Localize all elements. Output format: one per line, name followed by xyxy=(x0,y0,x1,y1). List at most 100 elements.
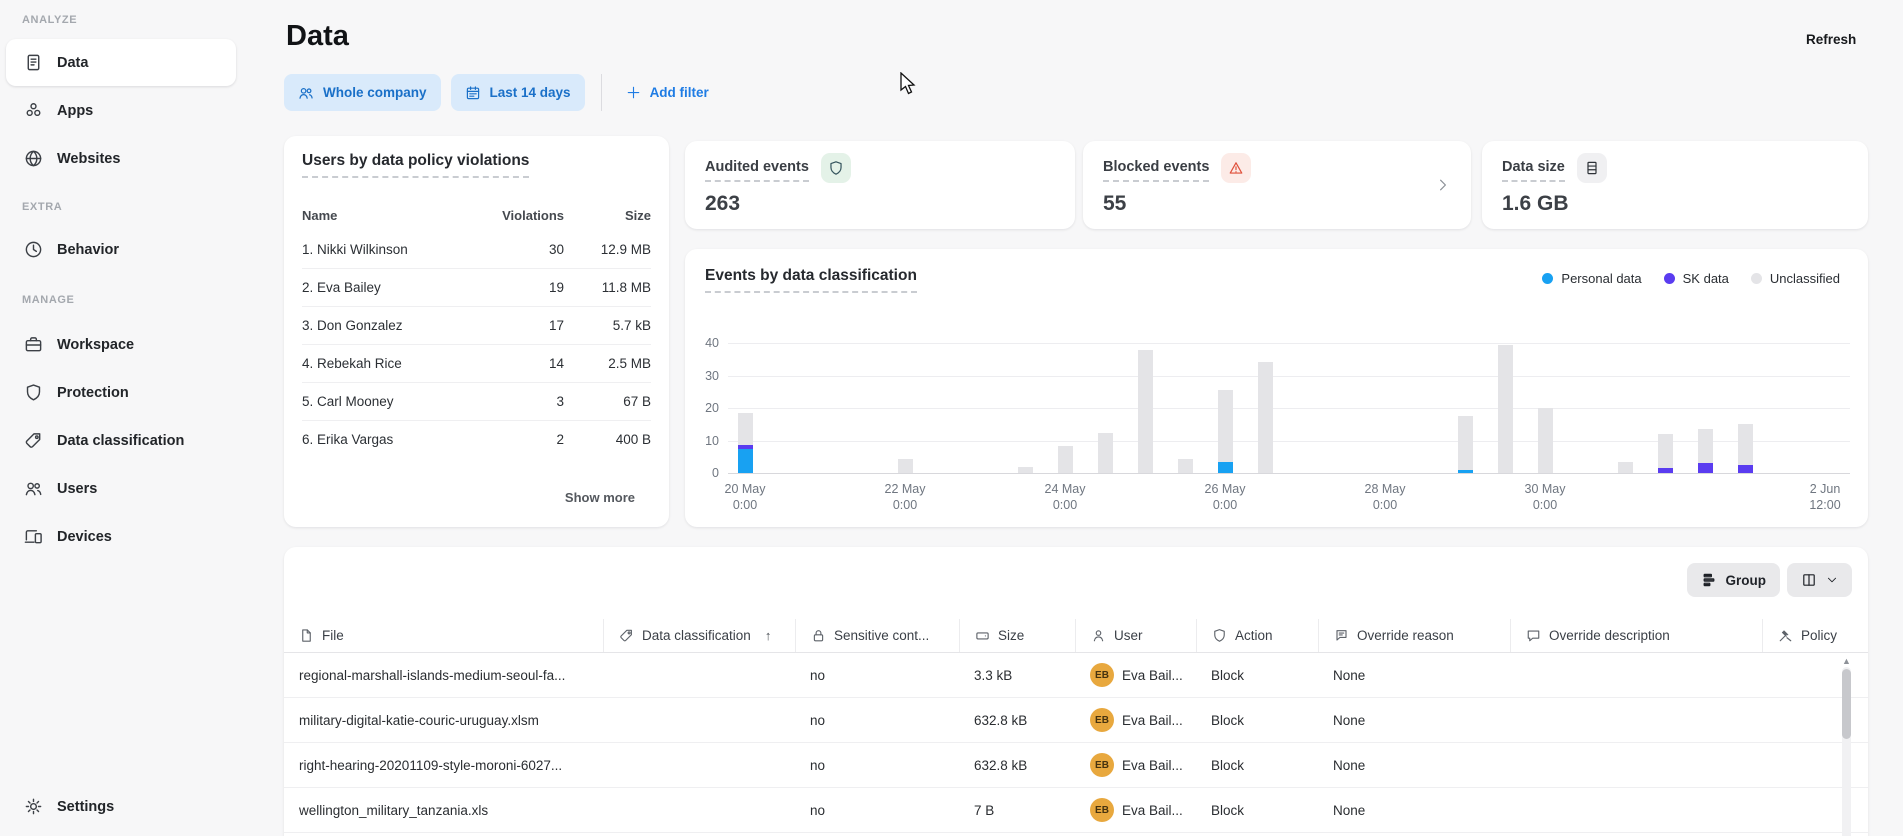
scrollbar-up-arrow[interactable]: ▲ xyxy=(1841,655,1852,667)
calendar-icon xyxy=(465,85,481,101)
legend-label: Personal data xyxy=(1561,271,1641,286)
avatar: EB xyxy=(1090,798,1114,822)
filter-chip-label: Whole company xyxy=(323,85,427,100)
page-title: Data xyxy=(286,20,349,53)
briefcase-icon xyxy=(24,335,43,354)
chevron-right-icon[interactable] xyxy=(1435,177,1451,193)
gavel-icon xyxy=(1778,628,1793,643)
legend-label: Unclassified xyxy=(1770,271,1840,286)
chart-bar[interactable] xyxy=(1098,433,1113,473)
chart-bar[interactable] xyxy=(1618,462,1633,473)
column-header-size[interactable]: Size xyxy=(959,619,1075,652)
sidebar-item-data-classification[interactable]: Data classification xyxy=(6,417,236,464)
chart-bar[interactable] xyxy=(1738,424,1753,473)
shield-check-icon xyxy=(821,153,851,183)
events-table-row[interactable]: regional-marshall-islands-medium-seoul-f… xyxy=(284,653,1868,698)
column-header-user[interactable]: User xyxy=(1075,619,1196,652)
column-header-override-description[interactable]: Override description xyxy=(1510,619,1762,652)
violations-row[interactable]: 4. Rebekah Rice142.5 MB xyxy=(302,344,651,382)
column-header-file[interactable]: File xyxy=(284,619,603,652)
sidebar-item-label: Users xyxy=(57,481,97,497)
violations-row[interactable]: 5. Carl Mooney367 B xyxy=(302,382,651,420)
column-header-override-reason[interactable]: Override reason xyxy=(1318,619,1510,652)
chart-bar[interactable] xyxy=(1218,390,1233,473)
violations-size: 400 B xyxy=(564,432,651,447)
filter-chip-whole-company[interactable]: Whole company xyxy=(284,74,441,111)
violations-user-name: 3. Don Gonzalez xyxy=(302,318,476,333)
violations-user-name: 2. Eva Bailey xyxy=(302,280,476,295)
sidebar-item-websites[interactable]: Websites xyxy=(6,135,236,182)
chart-bar[interactable] xyxy=(738,413,753,473)
user-chip[interactable]: EBEva Bail... xyxy=(1090,708,1196,732)
group-button[interactable]: Group xyxy=(1687,563,1781,597)
refresh-button[interactable]: Refresh xyxy=(1806,32,1856,47)
add-filter-button[interactable]: Add filter xyxy=(616,85,719,100)
chart-bar[interactable] xyxy=(1138,350,1153,474)
chart-bar-segment-unclassified xyxy=(1658,434,1673,468)
user-chip[interactable]: EBEva Bail... xyxy=(1090,663,1196,687)
stat-card-value: 263 xyxy=(705,192,1055,216)
sidebar-item-settings[interactable]: Settings xyxy=(6,783,236,830)
stat-card-audited-events[interactable]: Audited events263 xyxy=(685,141,1075,229)
chart-bar[interactable] xyxy=(1178,459,1193,473)
violations-user-name: 1. Nikki Wilkinson xyxy=(302,242,476,257)
scrollbar-thumb[interactable] xyxy=(1842,669,1851,739)
columns-button[interactable] xyxy=(1787,563,1852,597)
chart-bar[interactable] xyxy=(1698,429,1713,473)
chart-bar[interactable] xyxy=(1258,362,1273,473)
column-header-sensitive-cont[interactable]: Sensitive cont... xyxy=(795,619,959,652)
column-header-data-classification[interactable]: Data classification↑ xyxy=(603,619,795,652)
violations-row[interactable]: 2. Eva Bailey1911.8 MB xyxy=(302,268,651,306)
chart-bar[interactable] xyxy=(1538,408,1553,473)
column-header-policy[interactable]: Policy xyxy=(1762,619,1868,652)
user-chip[interactable]: EBEva Bail... xyxy=(1090,753,1196,777)
chart-bar[interactable] xyxy=(1658,434,1673,473)
cell-action: Block xyxy=(1196,668,1318,683)
mouse-cursor xyxy=(900,72,917,96)
events-table-row[interactable]: military-digital-katie-couric-uruguay.xl… xyxy=(284,698,1868,743)
chart-bar-segment-unclassified xyxy=(1098,433,1113,473)
legend-label: SK data xyxy=(1683,271,1729,286)
sidebar-item-data[interactable]: Data xyxy=(6,39,236,86)
chart-bar[interactable] xyxy=(1458,416,1473,473)
document-icon xyxy=(24,53,43,72)
sidebar-item-apps[interactable]: Apps xyxy=(6,87,236,134)
chart-bar[interactable] xyxy=(1018,467,1033,474)
legend-dot xyxy=(1542,273,1553,284)
cell-override-reason: None xyxy=(1318,713,1510,728)
violations-row[interactable]: 6. Erika Vargas2400 B xyxy=(302,420,651,458)
stat-card-data-size[interactable]: Data size1.6 GB xyxy=(1482,141,1868,229)
violations-row[interactable]: 3. Don Gonzalez175.7 kB xyxy=(302,306,651,344)
chart-bar[interactable] xyxy=(898,459,913,473)
chart-bar[interactable] xyxy=(1058,446,1073,473)
sidebar-item-protection[interactable]: Protection xyxy=(6,369,236,416)
table-scrollbar[interactable]: ▲ xyxy=(1841,655,1852,836)
sidebar-item-devices[interactable]: Devices xyxy=(6,513,236,560)
legend-item-personal-data[interactable]: Personal data xyxy=(1542,271,1641,286)
stat-card-blocked-events[interactable]: Blocked events55 xyxy=(1083,141,1471,229)
chart-bar[interactable] xyxy=(1498,345,1513,473)
sidebar-item-label: Apps xyxy=(57,103,93,119)
user-chip[interactable]: EB Eva Bail... xyxy=(1090,798,1196,822)
filter-chip-date-range[interactable]: Last 14 days xyxy=(451,74,585,111)
lock-icon xyxy=(811,628,826,643)
violations-row[interactable]: 1. Nikki Wilkinson3012.9 MB xyxy=(302,230,651,268)
sidebar-item-workspace[interactable]: Workspace xyxy=(6,321,236,368)
chart-bar-segment-unclassified xyxy=(1138,350,1153,474)
legend-item-sk-data[interactable]: SK data xyxy=(1664,271,1729,286)
x-axis-tick: 2 Jun 12:00 xyxy=(1809,481,1840,513)
column-header-action[interactable]: Action xyxy=(1196,619,1318,652)
users-icon xyxy=(24,479,43,498)
legend-item-unclassified[interactable]: Unclassified xyxy=(1751,271,1840,286)
events-table-row[interactable]: wellington_military_tanzania.xlsno7 BEBE… xyxy=(284,788,1868,833)
y-axis-tick: 0 xyxy=(712,466,719,480)
events-table-row[interactable]: right-hearing-20201109-style-moroni-6027… xyxy=(284,743,1868,788)
show-more-button[interactable]: Show more xyxy=(565,490,635,505)
drive-icon xyxy=(975,628,990,643)
sidebar-item-behavior[interactable]: Behavior xyxy=(6,226,236,273)
chart-bar-segment-unclassified xyxy=(1058,446,1073,473)
sidebar-item-users[interactable]: Users xyxy=(6,465,236,512)
cell-override-reason: None xyxy=(1318,803,1510,818)
table-toolbar: Group xyxy=(1687,563,1853,597)
user-name: Eva Bail... xyxy=(1122,803,1183,818)
